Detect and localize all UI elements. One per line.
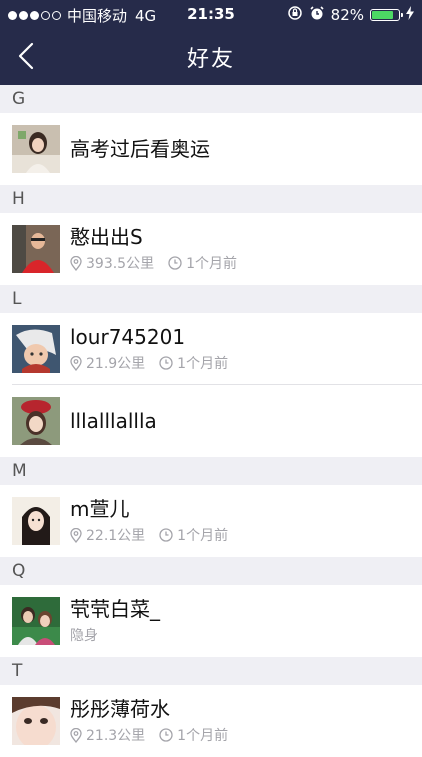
clock-icon [159, 356, 173, 370]
friend-row[interactable]: 憨出出S 393.5公里 1个月前 [0, 213, 422, 285]
friend-name: 茕茕白菜_ [70, 597, 160, 621]
friend-info: 茕茕白菜_ 隐身 [70, 597, 160, 645]
last-active: 1个月前 [168, 253, 237, 273]
clock-icon [159, 528, 173, 542]
friend-info: lour745201 21.9公里 1个月前 [70, 325, 242, 373]
last-active: 1个月前 [159, 525, 228, 545]
rotation-lock-icon [287, 5, 303, 25]
location-pin-icon [70, 255, 82, 271]
avatar [12, 497, 60, 545]
friend-info: lllalllalllа [70, 409, 157, 433]
distance: 21.3公里 [70, 725, 145, 745]
friend-name: m萱儿 [70, 497, 130, 521]
section-header-g: G [0, 85, 422, 113]
section-header-l: L [0, 285, 422, 313]
friend-meta: 22.1公里 1个月前 [70, 525, 242, 545]
friend-info: 高考过后看奥运 [70, 137, 210, 161]
charging-bolt-icon [406, 6, 414, 24]
section-header-h: H [0, 185, 422, 213]
distance-text: 21.9公里 [86, 356, 146, 372]
section-header-m: M [0, 457, 422, 485]
location-pin-icon [70, 355, 82, 371]
friend-row[interactable]: 高考过后看奥运 [0, 113, 422, 185]
battery-icon [370, 9, 403, 21]
friend-row[interactable]: lllalllalllа [0, 385, 422, 457]
avatar [12, 597, 60, 645]
distance-text: 22.1公里 [86, 528, 146, 544]
location-pin-icon [70, 727, 82, 743]
distance: 21.9公里 [70, 353, 145, 373]
friend-status: 隐身 [70, 628, 98, 644]
status-bar: 中国移动 4G 21:35 82% [0, 0, 422, 28]
friend-info: m萱儿 22.1公里 1个月前 [70, 497, 242, 545]
page-title: 好友 [186, 47, 235, 72]
navigation-bar: 好友 [0, 28, 422, 85]
friend-info: 憨出出S 393.5公里 1个月前 [70, 225, 251, 273]
friends-list: G 高考过后看奥运 H 憨出出S 393.5公里 1个月前 L lour7452… [0, 85, 422, 757]
clock-icon [168, 256, 182, 270]
avatar [12, 225, 60, 273]
avatar [12, 397, 60, 445]
avatar [12, 325, 60, 373]
status-right: 82% [287, 5, 414, 25]
friend-meta: 隐身 [70, 625, 160, 645]
avatar [12, 697, 60, 745]
last-active-text: 1个月前 [186, 256, 238, 272]
friend-row[interactable]: 茕茕白菜_ 隐身 [0, 585, 422, 657]
friend-row[interactable]: m萱儿 22.1公里 1个月前 [0, 485, 422, 557]
friend-meta: 393.5公里 1个月前 [70, 253, 251, 273]
friend-name: 彤彤薄荷水 [70, 697, 170, 721]
section-header-q: Q [0, 557, 422, 585]
friend-name: 憨出出S [70, 225, 143, 249]
friend-info: 彤彤薄荷水 21.3公里 1个月前 [70, 697, 242, 745]
location-pin-icon [70, 527, 82, 543]
clock-icon [159, 728, 173, 742]
app-header: 中国移动 4G 21:35 82% 好友 [0, 0, 422, 85]
friend-meta: 21.3公里 1个月前 [70, 725, 242, 745]
distance-text: 393.5公里 [86, 256, 155, 272]
friend-row[interactable]: 彤彤薄荷水 21.3公里 1个月前 [0, 685, 422, 757]
friend-name: 高考过后看奥运 [70, 137, 210, 161]
friend-name: lour745201 [70, 325, 186, 349]
avatar [12, 125, 60, 173]
distance: 22.1公里 [70, 525, 145, 545]
alarm-clock-icon [309, 5, 325, 25]
last-active: 1个月前 [159, 353, 228, 373]
last-active-text: 1个月前 [177, 528, 229, 544]
friend-meta: 21.9公里 1个月前 [70, 353, 242, 373]
friend-row[interactable]: lour745201 21.9公里 1个月前 [0, 313, 422, 385]
friend-name: lllalllalllа [70, 409, 157, 433]
distance-text: 21.3公里 [86, 728, 146, 744]
battery-percent: 82% [330, 6, 364, 24]
last-active-text: 1个月前 [177, 356, 229, 372]
section-header-t: T [0, 657, 422, 685]
last-active: 1个月前 [159, 725, 228, 745]
last-active-text: 1个月前 [177, 728, 229, 744]
distance: 393.5公里 [70, 253, 154, 273]
